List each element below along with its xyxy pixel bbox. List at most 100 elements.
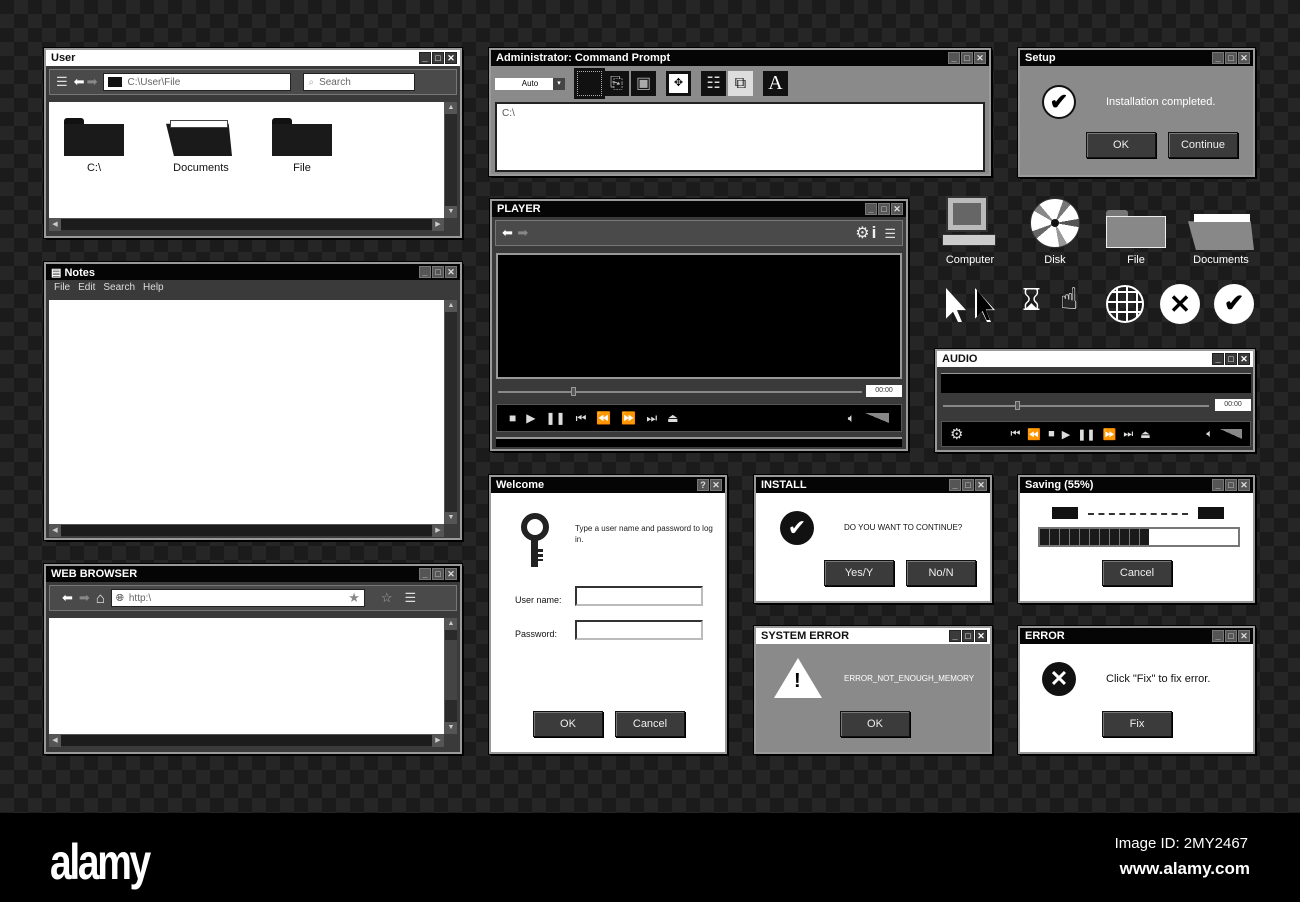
menu-file[interactable]: File <box>54 282 70 296</box>
maximize-button[interactable]: □ <box>962 479 974 491</box>
previous-icon[interactable]: ⏮ <box>576 411 587 426</box>
menu-edit[interactable]: Edit <box>78 282 95 296</box>
properties-icon[interactable]: ☷ <box>701 71 726 96</box>
scroll-left-button[interactable]: ◀ <box>49 735 61 747</box>
no-button[interactable]: No/N <box>906 560 976 586</box>
video-area[interactable] <box>496 253 902 379</box>
volume-icon[interactable]: 🔈︎ <box>848 411 855 426</box>
desktop-icon-disk[interactable]: Disk <box>1025 196 1085 268</box>
file-item[interactable]: Documents <box>164 118 234 174</box>
fix-button[interactable]: Fix <box>1102 711 1172 737</box>
close-button[interactable]: ✕ <box>1238 630 1250 642</box>
fast-forward-icon[interactable]: ⏩ <box>621 411 636 425</box>
minimize-button[interactable]: _ <box>865 203 877 215</box>
menu-icon[interactable]: ☰ <box>56 74 68 90</box>
back-arrow-icon[interactable]: ⬅ <box>62 590 73 606</box>
seek-slider[interactable] <box>943 401 1209 410</box>
previous-icon[interactable]: ⏮ <box>1010 428 1020 441</box>
seek-thumb[interactable] <box>1014 401 1020 410</box>
maximize-button[interactable]: □ <box>1225 630 1237 642</box>
minimize-button[interactable]: _ <box>419 266 431 278</box>
play-icon[interactable]: ▶ <box>1062 428 1070 441</box>
minimize-button[interactable]: _ <box>948 52 960 64</box>
next-icon[interactable]: ⏭ <box>646 411 657 426</box>
minimize-button[interactable]: _ <box>1212 630 1224 642</box>
settings-gear-icon[interactable]: ⚙ <box>855 225 869 242</box>
scroll-right-button[interactable]: ▶ <box>432 219 444 231</box>
maximize-button[interactable]: □ <box>962 630 974 642</box>
maximize-button[interactable]: □ <box>878 203 890 215</box>
seek-slider[interactable] <box>498 387 862 396</box>
scroll-down-button[interactable]: ▼ <box>445 206 457 218</box>
back-arrow-icon[interactable]: ⬅ <box>74 74 85 90</box>
eject-icon[interactable]: ⏏ <box>1140 428 1150 441</box>
cancel-button[interactable]: Cancel <box>615 711 685 737</box>
play-icon[interactable]: ▶ <box>526 411 535 425</box>
rewind-icon[interactable]: ⏪ <box>1027 428 1041 441</box>
windows-icon[interactable]: ⧉ <box>728 71 753 96</box>
ok-button[interactable]: OK <box>533 711 603 737</box>
close-button[interactable]: ✕ <box>975 479 987 491</box>
pause-icon[interactable]: ❚❚ <box>545 411 565 425</box>
console-output[interactable]: C:\ <box>495 102 985 172</box>
bookmark-star-icon[interactable]: ★ <box>348 590 360 606</box>
close-button[interactable]: ✕ <box>974 52 986 64</box>
favorites-icon[interactable]: ☆ <box>381 590 393 606</box>
scroll-up-button[interactable]: ▲ <box>445 102 457 114</box>
paste-icon[interactable]: ▣ <box>631 71 656 96</box>
vertical-scrollbar[interactable]: ▲ ▼ <box>444 300 457 524</box>
maximize-button[interactable]: □ <box>1225 353 1237 365</box>
select-icon[interactable] <box>574 68 605 99</box>
horizontal-scrollbar[interactable]: ◀ ▶ <box>49 734 444 747</box>
stop-icon[interactable]: ■ <box>1048 428 1055 440</box>
search-input[interactable]: ⌕ Search <box>303 73 416 91</box>
minimize-button[interactable]: _ <box>1212 353 1224 365</box>
username-field[interactable] <box>575 586 703 606</box>
desktop-icon-file[interactable]: File <box>1104 196 1168 268</box>
close-button[interactable]: ✕ <box>710 479 722 491</box>
menu-help[interactable]: Help <box>143 282 164 296</box>
file-item[interactable]: C:\ <box>60 118 124 174</box>
seek-thumb[interactable] <box>570 387 576 396</box>
font-icon[interactable]: A <box>763 71 788 96</box>
ok-button[interactable]: OK <box>1086 132 1156 158</box>
scroll-down-button[interactable]: ▼ <box>445 512 457 524</box>
maximize-button[interactable]: □ <box>432 568 444 580</box>
horizontal-scrollbar[interactable]: ◀ ▶ <box>49 218 444 231</box>
close-button[interactable]: ✕ <box>1238 52 1250 64</box>
cancel-button[interactable]: Cancel <box>1102 560 1172 586</box>
ok-button[interactable]: OK <box>840 711 910 737</box>
scroll-up-button[interactable]: ▲ <box>445 300 457 312</box>
vertical-scrollbar[interactable]: ▲ ▼ <box>444 102 457 218</box>
close-button[interactable]: ✕ <box>975 630 987 642</box>
yes-button[interactable]: Yes/Y <box>824 560 894 586</box>
url-bar[interactable]: 🌐︎ http:\ ★ <box>110 589 365 607</box>
minimize-button[interactable]: _ <box>419 52 431 64</box>
close-button[interactable]: ✕ <box>445 52 457 64</box>
volume-slider[interactable] <box>865 413 889 423</box>
menu-icon[interactable]: ☰ <box>405 590 417 606</box>
address-bar[interactable]: C:\User\File <box>103 73 292 91</box>
vertical-scrollbar[interactable]: ▲ ▼ <box>444 618 457 734</box>
forward-arrow-icon[interactable]: ➡ <box>517 225 528 240</box>
text-area[interactable] <box>49 300 444 524</box>
minimize-button[interactable]: _ <box>949 630 961 642</box>
minimize-button[interactable]: _ <box>1212 479 1224 491</box>
fast-forward-icon[interactable]: ⏩ <box>1103 428 1117 441</box>
continue-button[interactable]: Continue <box>1168 132 1238 158</box>
info-icon[interactable]: i <box>872 223 877 242</box>
forward-arrow-icon[interactable]: ➡ <box>79 590 90 606</box>
scroll-up-button[interactable]: ▲ <box>445 618 457 630</box>
stop-icon[interactable]: ■ <box>509 411 516 425</box>
pause-icon[interactable]: ❚❚ <box>1077 428 1095 441</box>
maximize-button[interactable]: □ <box>961 52 973 64</box>
help-button[interactable]: ? <box>697 479 709 491</box>
forward-arrow-icon[interactable]: ➡ <box>87 74 98 90</box>
next-icon[interactable]: ⏭ <box>1123 428 1133 441</box>
close-button[interactable]: ✕ <box>445 568 457 580</box>
desktop-icon-documents[interactable]: Documents <box>1186 196 1256 268</box>
volume-slider[interactable] <box>1220 429 1242 439</box>
close-button[interactable]: ✕ <box>891 203 903 215</box>
maximize-button[interactable]: □ <box>1225 479 1237 491</box>
eject-icon[interactable]: ⏏ <box>667 411 678 425</box>
